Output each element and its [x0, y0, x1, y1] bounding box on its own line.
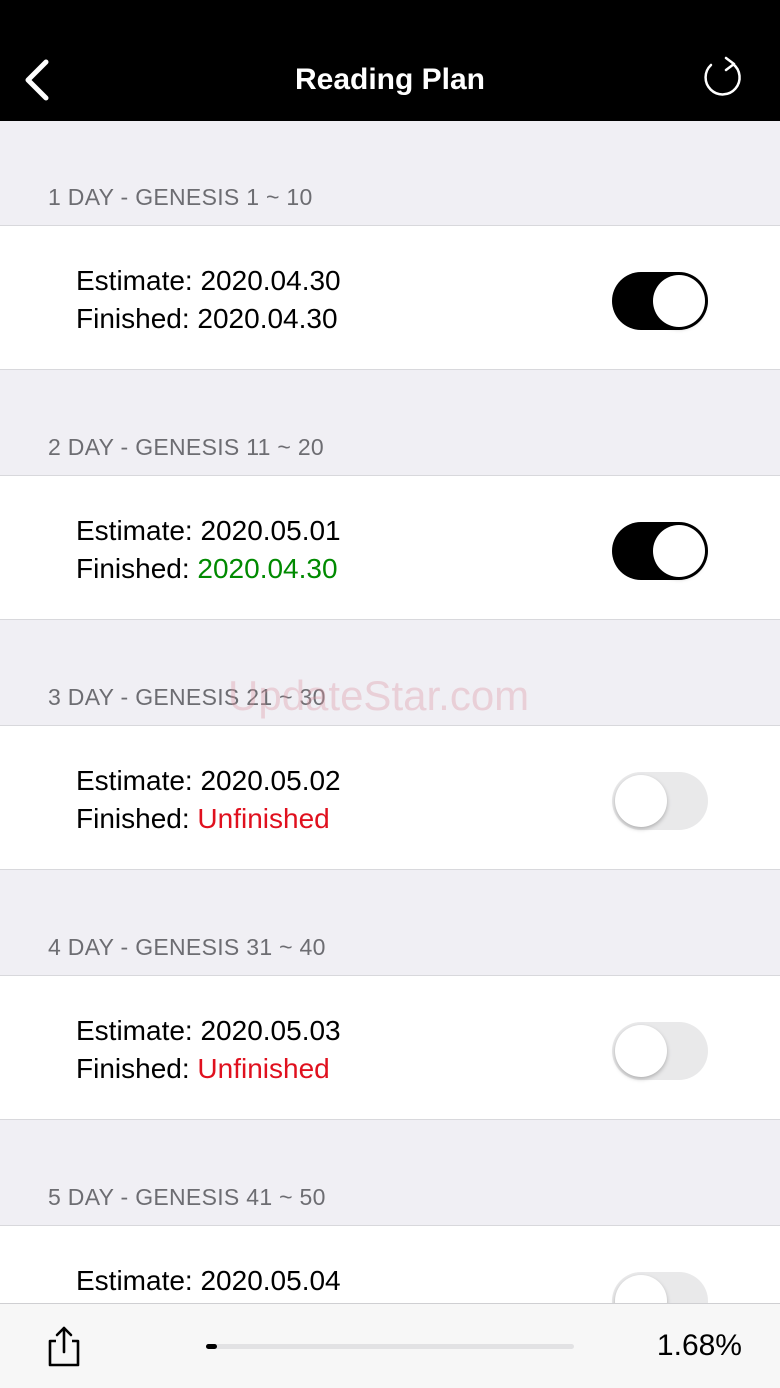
- estimate-label: Estimate:: [76, 1015, 193, 1046]
- refresh-icon: [704, 56, 741, 96]
- estimate-line: Estimate: 2020.05.03: [76, 1012, 341, 1050]
- estimate-line: Estimate: 2020.05.02: [76, 762, 341, 800]
- estimate-value: 2020.05.01: [200, 515, 341, 546]
- estimate-value: 2020.04.30: [200, 265, 341, 296]
- plan-section-day-5: 5 DAY - GENESIS 41 ~ 50 Estimate: 2020.0…: [0, 1121, 780, 1303]
- finished-label: Finished:: [76, 553, 190, 584]
- plan-section-day-3: 3 DAY - GENESIS 21 ~ 30 Estimate: 2020.0…: [0, 621, 780, 871]
- reading-progress-fill: [206, 1344, 218, 1349]
- section-header: 4 DAY - GENESIS 31 ~ 40: [48, 934, 326, 960]
- toggle-knob: [653, 275, 705, 327]
- section-header: 3 DAY - GENESIS 21 ~ 30: [48, 684, 326, 710]
- section-header: 2 DAY - GENESIS 11 ~ 20: [48, 434, 325, 460]
- share-icon: [48, 1326, 80, 1367]
- toggle-knob: [653, 525, 705, 577]
- estimate-value: 2020.05.03: [200, 1015, 341, 1046]
- estimate-line: Estimate: 2020.05.01: [76, 512, 341, 550]
- list-item: Estimate: 2020.05.04: [0, 1225, 780, 1303]
- section-header: 1 DAY - GENESIS 1 ~ 10: [48, 184, 313, 210]
- section-header: 5 DAY - GENESIS 41 ~ 50: [48, 1184, 326, 1210]
- estimate-line: Estimate: 2020.05.04: [76, 1262, 341, 1300]
- plan-section-day-1: 1 DAY - GENESIS 1 ~ 10 Estimate: 2020.04…: [0, 121, 780, 371]
- finished-line: Finished: Unfinished: [76, 800, 341, 838]
- estimate-label: Estimate:: [76, 265, 193, 296]
- completion-toggle[interactable]: [612, 522, 708, 580]
- list-item: Estimate: 2020.05.01 Finished: 2020.04.3…: [0, 475, 780, 620]
- finished-label: Finished:: [76, 1053, 190, 1084]
- estimate-value: 2020.05.04: [200, 1265, 341, 1296]
- estimate-label: Estimate:: [76, 765, 193, 796]
- finished-value: 2020.04.30: [197, 553, 338, 584]
- finished-value: Unfinished: [197, 803, 330, 834]
- estimate-label: Estimate:: [76, 515, 193, 546]
- navigation-bar: Reading Plan: [0, 0, 780, 121]
- progress-percentage: 1.68%: [656, 1329, 742, 1362]
- finished-line: Finished: Unfinished: [76, 1050, 341, 1088]
- toggle-knob: [615, 1025, 667, 1077]
- estimate-line: Estimate: 2020.04.30: [76, 262, 341, 300]
- page-title: Reading Plan: [294, 63, 486, 96]
- share-button[interactable]: [44, 1324, 84, 1370]
- finished-value: Unfinished: [197, 1053, 330, 1084]
- reading-plan-list[interactable]: 1 DAY - GENESIS 1 ~ 10 Estimate: 2020.04…: [0, 121, 780, 1303]
- completion-toggle[interactable]: [612, 772, 708, 830]
- finished-value: 2020.04.30: [197, 303, 338, 334]
- list-item: Estimate: 2020.05.03 Finished: Unfinishe…: [0, 975, 780, 1120]
- finished-line: Finished: 2020.04.30: [76, 550, 341, 588]
- toggle-knob: [615, 775, 667, 827]
- reading-progress-bar: [206, 1344, 574, 1349]
- estimate-value: 2020.05.02: [200, 765, 341, 796]
- toggle-knob: [615, 1275, 667, 1303]
- list-item: Estimate: 2020.05.02 Finished: Unfinishe…: [0, 725, 780, 870]
- refresh-button[interactable]: [696, 52, 748, 104]
- finished-line: Finished: 2020.04.30: [76, 300, 341, 338]
- list-item: Estimate: 2020.04.30 Finished: 2020.04.3…: [0, 225, 780, 370]
- estimate-label: Estimate:: [76, 1265, 193, 1296]
- completion-toggle[interactable]: [612, 272, 708, 330]
- finished-label: Finished:: [76, 803, 190, 834]
- completion-toggle[interactable]: [612, 1272, 708, 1303]
- completion-toggle[interactable]: [612, 1022, 708, 1080]
- bottom-toolbar: 1.68%: [0, 1303, 780, 1388]
- finished-label: Finished:: [76, 303, 190, 334]
- plan-section-day-2: 2 DAY - GENESIS 11 ~ 20 Estimate: 2020.0…: [0, 371, 780, 621]
- plan-section-day-4: 4 DAY - GENESIS 31 ~ 40 Estimate: 2020.0…: [0, 871, 780, 1121]
